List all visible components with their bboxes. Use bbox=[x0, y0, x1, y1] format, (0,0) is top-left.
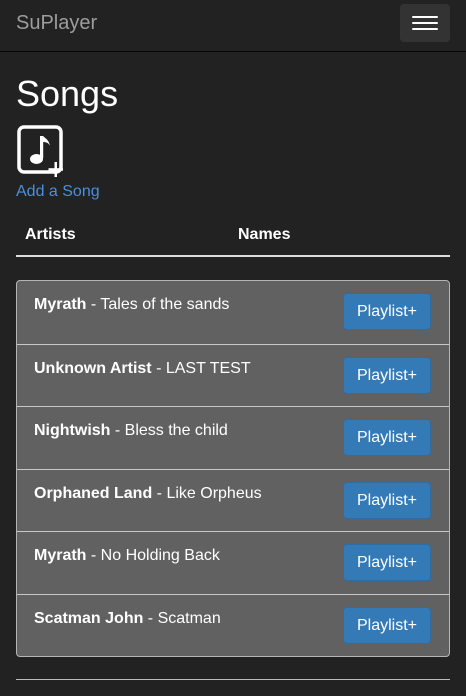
song-artist: Scatman John bbox=[34, 609, 144, 627]
song-separator: - bbox=[143, 609, 158, 627]
hamburger-menu-button[interactable] bbox=[400, 4, 450, 42]
artists-column-header: Artists bbox=[25, 226, 76, 243]
song-artist: Orphaned Land bbox=[34, 484, 153, 502]
song-name: No Holding Back bbox=[100, 547, 220, 564]
song-artist: Myrath bbox=[34, 296, 87, 313]
header-divider bbox=[16, 255, 450, 257]
song-text: Nightwish - Bless the child bbox=[34, 421, 228, 441]
song-artist: Unknown Artist bbox=[34, 359, 152, 377]
hamburger-menu-icon bbox=[412, 16, 438, 18]
song-separator: - bbox=[151, 359, 166, 377]
song-text: Myrath - Tales of the sands bbox=[34, 295, 229, 315]
brand-link[interactable]: SuPlayer bbox=[16, 11, 97, 35]
song-text: Myrath - No Holding Back bbox=[34, 546, 220, 566]
add-to-playlist-button[interactable]: Playlist+ bbox=[343, 481, 431, 519]
add-song-link[interactable]: Add a Song bbox=[16, 182, 100, 202]
song-separator: - bbox=[86, 547, 101, 564]
add-to-playlist-button[interactable]: Playlist+ bbox=[343, 606, 431, 644]
song-text: Orphaned Land - Like Orpheus bbox=[34, 484, 262, 504]
song-artist: Myrath bbox=[34, 547, 87, 564]
add-to-playlist-button[interactable]: Playlist+ bbox=[343, 356, 431, 394]
song-list: Myrath - Tales of the sands Playlist+ Un… bbox=[16, 280, 450, 657]
song-item[interactable]: Nightwish - Bless the child Playlist+ bbox=[17, 406, 449, 469]
add-to-playlist-button[interactable]: Playlist+ bbox=[343, 293, 431, 330]
song-item[interactable]: Myrath - Tales of the sands Playlist+ bbox=[17, 281, 449, 344]
song-separator: - bbox=[86, 296, 101, 313]
music-note-add-icon[interactable] bbox=[16, 124, 72, 180]
page-title: Songs bbox=[16, 73, 119, 114]
song-name: Tales of the sands bbox=[100, 296, 230, 313]
song-name: Like Orpheus bbox=[166, 484, 262, 502]
navbar: SuPlayer bbox=[0, 0, 466, 52]
song-item[interactable]: Unknown Artist - LAST TEST Playlist+ bbox=[17, 343, 449, 407]
song-name: LAST TEST bbox=[165, 359, 251, 377]
footer-divider bbox=[16, 679, 450, 680]
song-text: Unknown Artist - LAST TEST bbox=[34, 359, 251, 379]
song-separator: - bbox=[152, 484, 167, 502]
song-text: Scatman John - Scatman bbox=[34, 609, 221, 629]
song-artist: Nightwish bbox=[34, 422, 111, 439]
add-to-playlist-button[interactable]: Playlist+ bbox=[343, 419, 431, 456]
names-column-header: Names bbox=[238, 226, 291, 243]
song-item[interactable]: Myrath - No Holding Back Playlist+ bbox=[17, 531, 449, 594]
song-name: Scatman bbox=[157, 609, 221, 627]
song-name: Bless the child bbox=[124, 422, 228, 439]
add-to-playlist-button[interactable]: Playlist+ bbox=[343, 544, 431, 581]
song-separator: - bbox=[110, 422, 125, 439]
song-item[interactable]: Orphaned Land - Like Orpheus Playlist+ bbox=[17, 468, 449, 532]
song-item[interactable]: Scatman John - Scatman Playlist+ bbox=[17, 593, 449, 657]
